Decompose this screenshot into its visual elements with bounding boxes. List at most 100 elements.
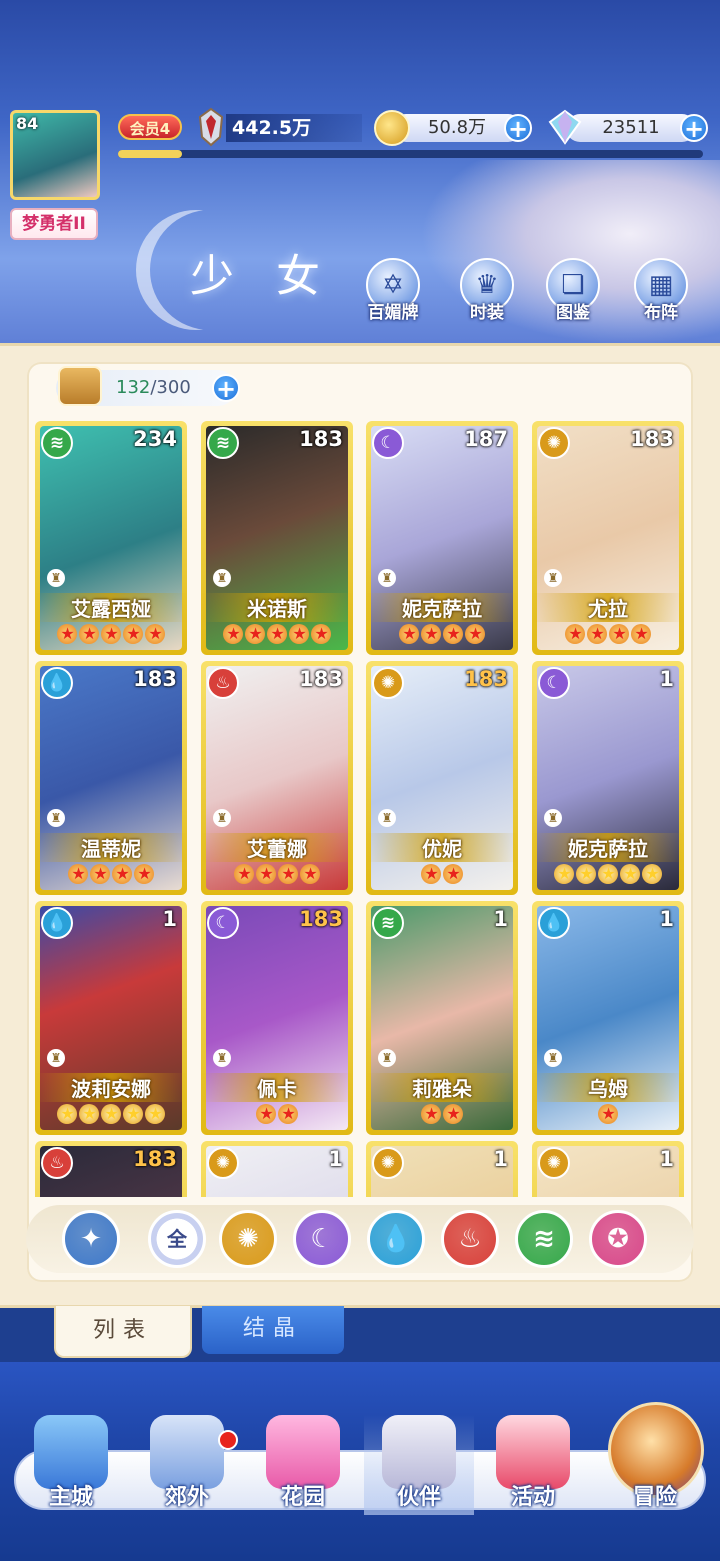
star-icon: ★	[565, 624, 585, 644]
nav-castle[interactable]: 主城	[16, 1415, 126, 1515]
add-gems-button[interactable]: +	[680, 114, 708, 142]
star-icon: ★	[421, 624, 441, 644]
character-card[interactable]: ✺ 183 ♜ 尤拉 ★ ★ ★ ★	[532, 421, 684, 655]
role-icon: ♜	[47, 569, 65, 587]
character-card[interactable]: ☾ 1 ♜ 妮克萨拉 ★ ★ ★ ★ ★	[532, 661, 684, 895]
character-level: 183	[133, 1147, 177, 1171]
character-card[interactable]: ♨ 183	[35, 1141, 187, 1197]
character-level: 183	[464, 667, 508, 691]
costume-button[interactable]: ♛ 时装	[452, 258, 522, 328]
gallery-label: 图鉴	[556, 303, 590, 323]
character-name: 莉雅朵	[366, 1073, 518, 1102]
character-card[interactable]: 💧 1 ♜ 波莉安娜 ★ ★ ★ ★ ★	[35, 901, 187, 1135]
character-card[interactable]: ✺ 1	[366, 1141, 518, 1197]
star-icon: ★	[90, 864, 110, 884]
star-icon: ★	[101, 1104, 121, 1124]
wind-element-icon: ≋	[372, 907, 404, 939]
capacity-max: /300	[150, 377, 191, 398]
fire-element-icon: ♨	[41, 1147, 73, 1179]
star-rating: ★ ★ ★ ★	[532, 622, 684, 644]
gift-box-icon	[496, 1415, 570, 1489]
star-icon: ★	[576, 864, 596, 884]
diamond-icon	[548, 109, 582, 145]
costume-label: 时装	[470, 303, 504, 323]
nav-gift-box[interactable]: 活动	[478, 1415, 588, 1515]
character-level: 183	[133, 667, 177, 691]
outskirts-icon	[150, 1415, 224, 1489]
character-card[interactable]: ✺ 1	[532, 1141, 684, 1197]
expand-capacity-button[interactable]: +	[212, 374, 240, 402]
gallery-button[interactable]: ❏ 图鉴	[538, 258, 608, 328]
moon-element-button[interactable]: ☾	[293, 1210, 351, 1268]
star-rating: ★	[532, 1102, 684, 1124]
class-filter-button[interactable]: ✦	[62, 1210, 120, 1268]
star-icon: ★	[57, 1104, 77, 1124]
bag-icon	[58, 366, 102, 406]
star-icon: ★	[631, 624, 651, 644]
add-coins-button[interactable]: +	[504, 114, 532, 142]
tab-list[interactable]: 列表	[54, 1306, 192, 1358]
nav-label: 郊外	[164, 1485, 209, 1510]
sun-element-icon: ✺	[372, 1147, 404, 1179]
nav-partner[interactable]: 伙伴	[364, 1415, 474, 1515]
star-rating: ★ ★ ★ ★ ★	[201, 622, 353, 644]
adventure-compass-icon	[618, 1415, 692, 1489]
character-card[interactable]: ≋ 1 ♜ 莉雅朵 ★ ★	[366, 901, 518, 1135]
tab-crystal[interactable]: 结晶	[202, 1306, 344, 1354]
character-card[interactable]: ✺ 183 ♜ 优妮 ★ ★	[366, 661, 518, 895]
star-rating: ★ ★ ★ ★ ★	[35, 622, 187, 644]
role-icon: ♜	[47, 1049, 65, 1067]
star-icon: ★	[68, 864, 88, 884]
water-element-icon: 💧	[41, 667, 73, 699]
sun-element-button[interactable]: ✺	[219, 1210, 277, 1268]
character-name: 艾蕾娜	[201, 833, 353, 862]
character-name: 优妮	[366, 833, 518, 862]
star-rating: ★ ★ ★ ★	[366, 622, 518, 644]
role-icon: ♜	[213, 809, 231, 827]
star-icon: ★	[245, 624, 265, 644]
character-card[interactable]: ☾ 183 ♜ 佩卡 ★ ★	[201, 901, 353, 1135]
nav-garden-heart[interactable]: 花园	[248, 1415, 358, 1515]
character-card[interactable]: ♨ 183 ♜ 艾蕾娜 ★ ★ ★ ★	[201, 661, 353, 895]
nav-adventure-compass[interactable]: 冒险	[600, 1415, 710, 1515]
character-card[interactable]: ☾ 187 ♜ 妮克萨拉 ★ ★ ★ ★	[366, 421, 518, 655]
star-rating: ★ ★	[201, 1102, 353, 1124]
moon-element-icon: ☾	[207, 907, 239, 939]
vip-progress-bar	[118, 150, 703, 158]
star-icon: ★	[123, 1104, 143, 1124]
star-icon: ★	[443, 1104, 463, 1124]
star-element-button[interactable]: ✪	[589, 1210, 647, 1268]
role-icon: ♜	[378, 809, 396, 827]
all-filter-button[interactable]: 全	[148, 1210, 206, 1268]
coin-amount: 50.8万	[392, 114, 522, 142]
wind-element-icon: ≋	[41, 427, 73, 459]
role-icon: ♜	[544, 809, 562, 827]
coin-icon	[374, 110, 410, 146]
character-card[interactable]: ✺ 1	[201, 1141, 353, 1197]
character-card[interactable]: 💧 183 ♜ 温蒂妮 ★ ★ ★ ★	[35, 661, 187, 895]
character-name: 温蒂妮	[35, 833, 187, 862]
wind-element-button[interactable]: ≋	[515, 1210, 573, 1268]
water-element-button[interactable]: 💧	[367, 1210, 425, 1268]
card-deck-button[interactable]: ✡ 百媚牌	[358, 258, 428, 328]
role-icon: ♜	[213, 1049, 231, 1067]
star-icon: ★	[399, 624, 419, 644]
character-level: 1	[328, 1147, 343, 1171]
sun-element-icon: ✺	[538, 427, 570, 459]
star-rating: ★ ★ ★ ★ ★	[35, 1102, 187, 1124]
vip-badge[interactable]: 会员4	[118, 114, 182, 140]
page-title: 少 女	[190, 251, 334, 302]
character-card[interactable]: ≋ 183 ♜ 米诺斯 ★ ★ ★ ★ ★	[201, 421, 353, 655]
sun-element-icon: ✺	[538, 1147, 570, 1179]
player-nickname[interactable]: 梦勇者II	[10, 208, 98, 240]
fire-element-button[interactable]: ♨	[441, 1210, 499, 1268]
character-level: 234	[133, 427, 177, 451]
fire-element-icon: ♨	[207, 667, 239, 699]
star-icon: ★	[443, 864, 463, 884]
character-card[interactable]: 💧 1 ♜ 乌姆 ★	[532, 901, 684, 1135]
star-icon: ★	[300, 864, 320, 884]
character-level: 183	[299, 667, 343, 691]
formation-button[interactable]: ▦ 布阵	[626, 258, 696, 328]
character-card[interactable]: ≋ 234 ♜ 艾露西娅 ★ ★ ★ ★ ★	[35, 421, 187, 655]
star-icon: ★	[223, 624, 243, 644]
